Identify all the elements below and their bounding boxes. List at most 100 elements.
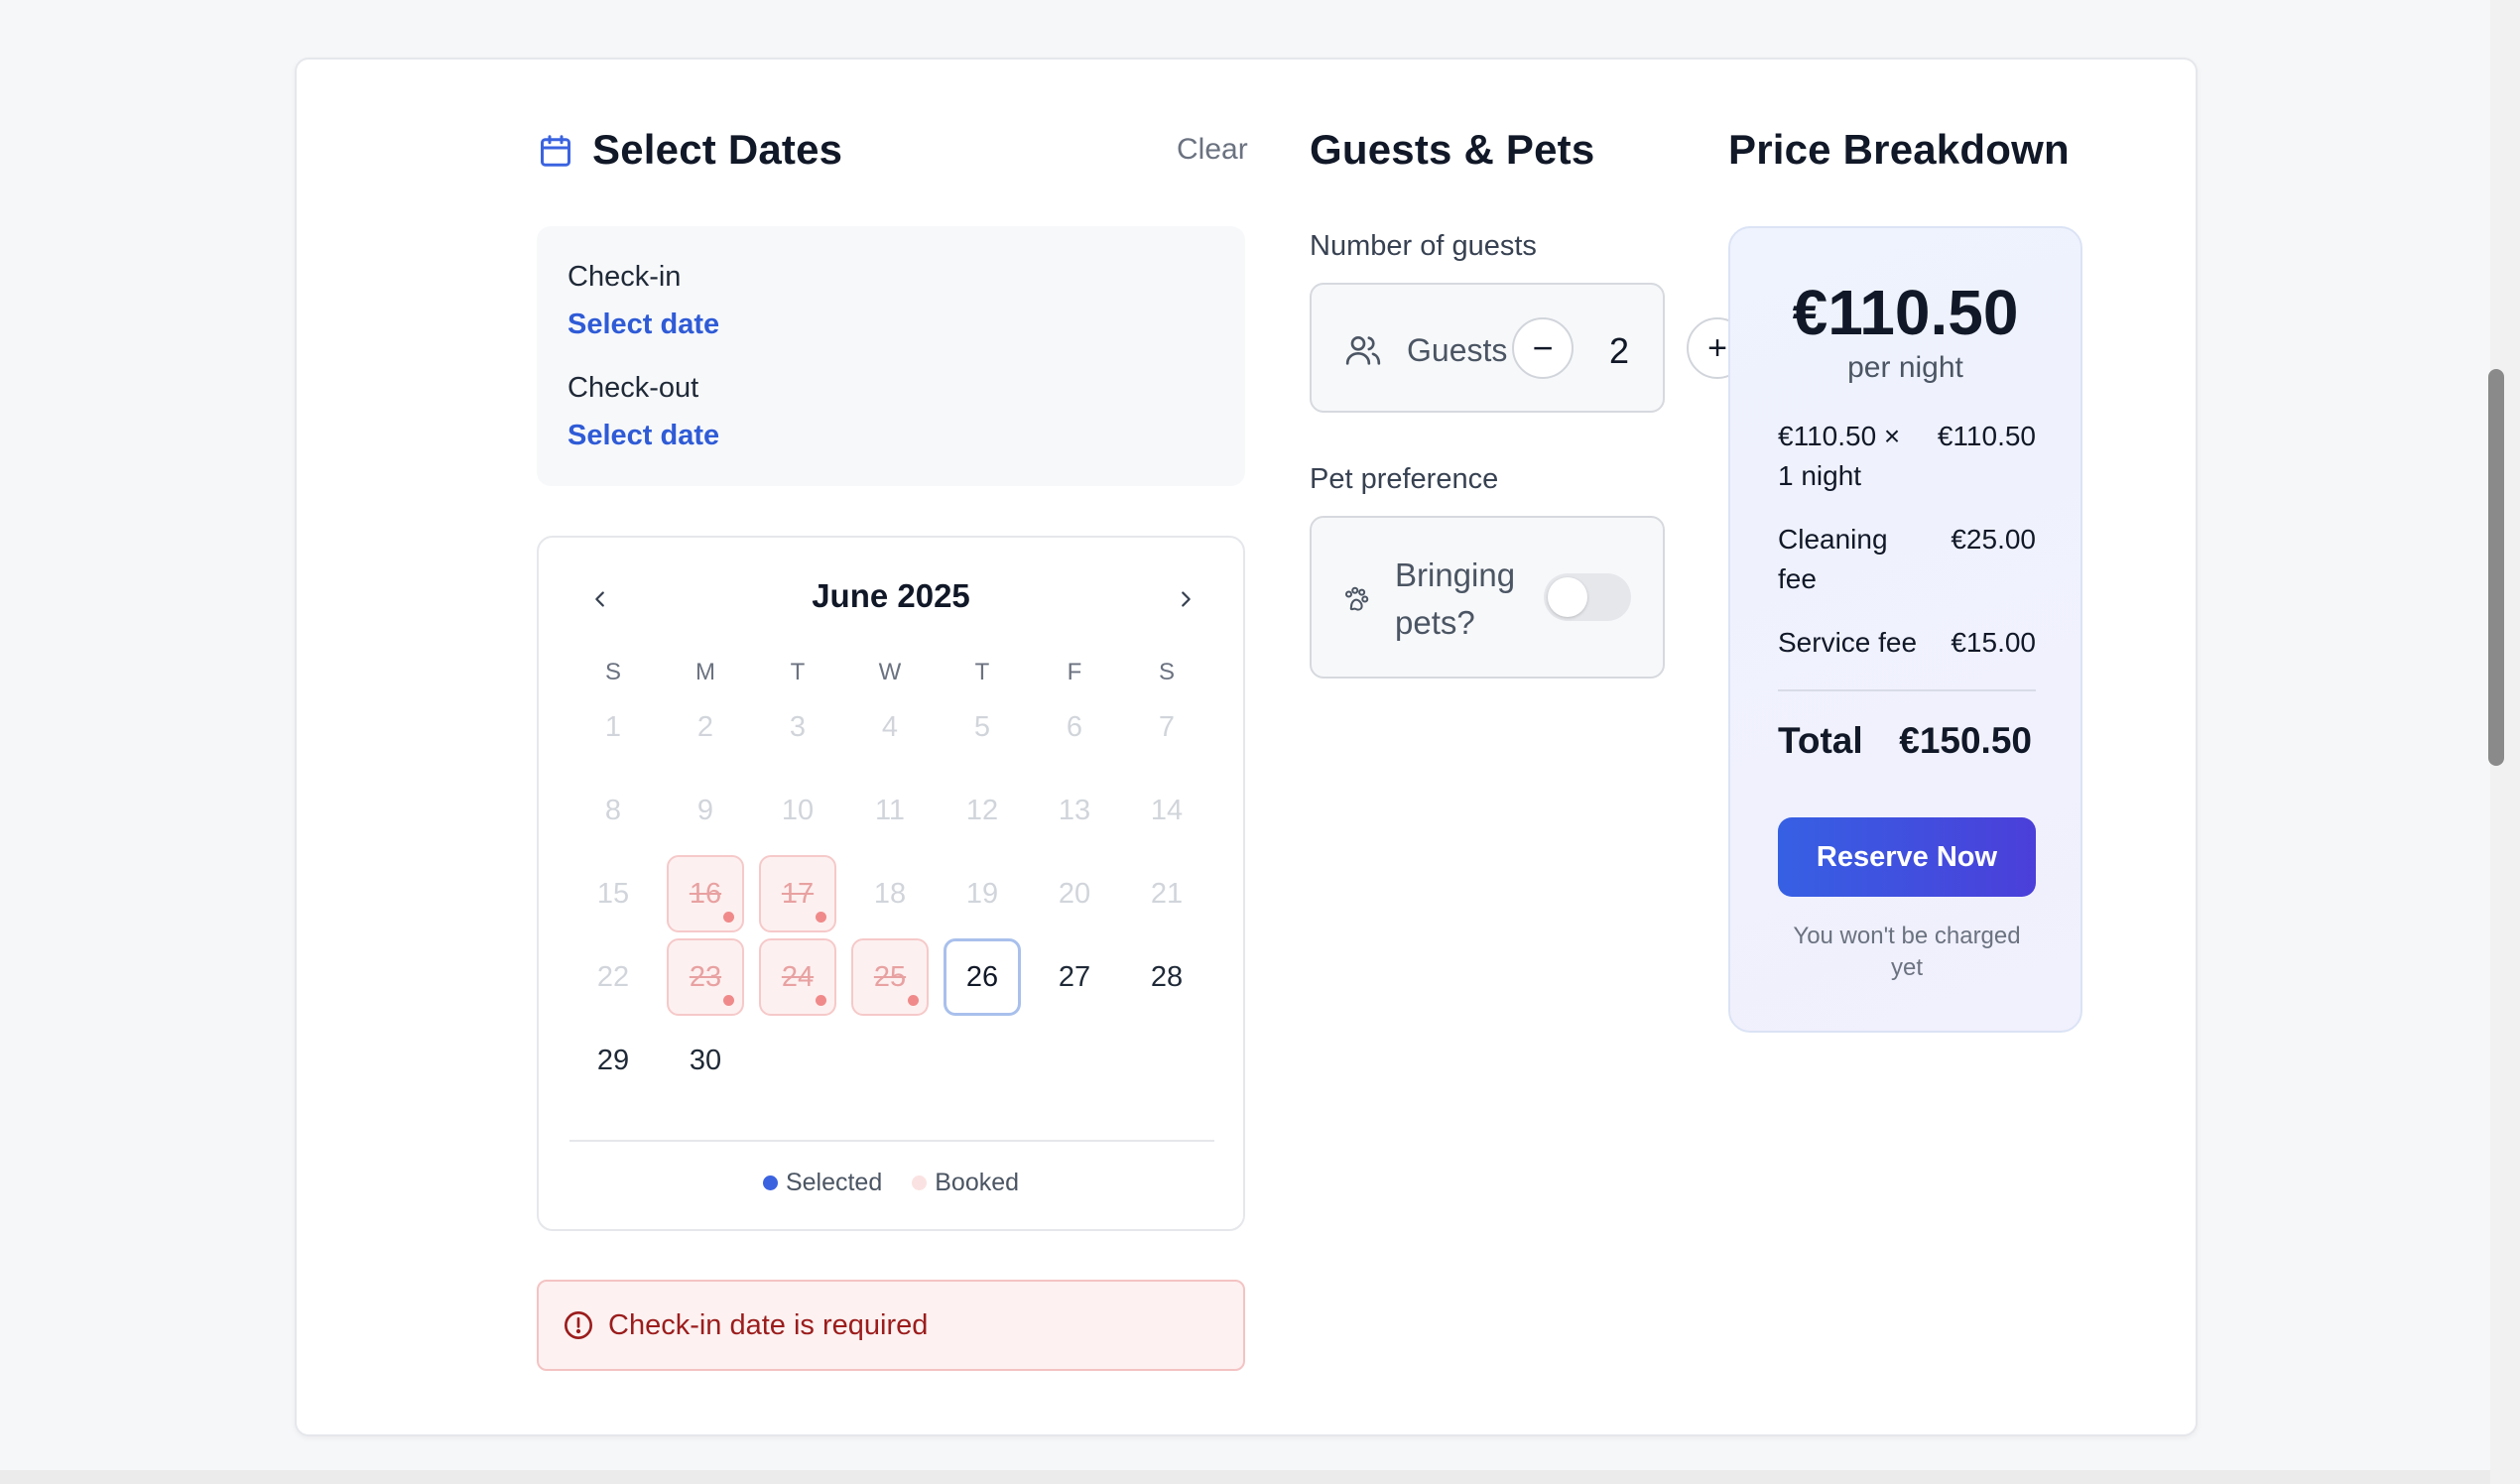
calendar-icon xyxy=(541,135,570,167)
bringing-pets-label: Bringing pets? xyxy=(1395,556,1516,641)
pet-preference-label: Pet preference xyxy=(1310,463,1499,495)
bottom-edge xyxy=(0,1470,2490,1484)
day-number: 7 xyxy=(1158,710,1176,743)
booked-indicator xyxy=(908,995,919,1006)
checkout-value[interactable]: Select date xyxy=(567,420,719,452)
legend-booked: Booked xyxy=(912,1169,1019,1197)
booked-indicator xyxy=(723,995,734,1006)
price-row-value: €25.00 xyxy=(1951,524,2036,555)
prev-month-button[interactable] xyxy=(580,579,620,619)
selected-dot xyxy=(762,1175,778,1190)
calendar-divider xyxy=(569,1140,1214,1142)
legend-selected: Selected xyxy=(762,1169,883,1197)
alert-circle-icon xyxy=(565,1311,592,1339)
guests-label: Guests xyxy=(1407,332,1508,368)
checkin-label: Check-in xyxy=(567,261,682,293)
total-label: Total xyxy=(1778,720,1863,761)
day-number: 15 xyxy=(596,877,630,910)
day-number: 9 xyxy=(696,794,714,826)
calendar-day-6: 6 xyxy=(1036,688,1113,766)
day-number: 12 xyxy=(965,794,999,826)
paw-icon xyxy=(1345,586,1369,611)
toggle-knob xyxy=(1548,577,1587,617)
day-number: 13 xyxy=(1058,794,1091,826)
calendar-month-label: June 2025 xyxy=(812,577,970,614)
calendar-day-27[interactable]: 27 xyxy=(1036,938,1113,1016)
price-divider xyxy=(1778,689,2036,691)
day-number: 6 xyxy=(1066,710,1083,743)
legend-selected-label: Selected xyxy=(785,1169,883,1196)
error-alert: Check-in date is required xyxy=(537,1280,1245,1371)
price-breakdown-title: Price Breakdown xyxy=(1728,126,2070,173)
weekday-header: F xyxy=(1067,659,1082,685)
day-number: 27 xyxy=(1058,960,1091,993)
pets-toggle[interactable] xyxy=(1544,573,1631,621)
page: Select Dates Clear Check-in Select date … xyxy=(0,0,2490,1484)
calendar-day-24: 24 xyxy=(759,938,836,1016)
day-number: 3 xyxy=(789,710,807,743)
calendar-day-18: 18 xyxy=(851,855,929,932)
calendar-day-26[interactable]: 26 xyxy=(944,938,1021,1016)
day-number: 2 xyxy=(696,710,714,743)
day-number: 28 xyxy=(1150,960,1184,993)
decrease-guests-button[interactable]: − xyxy=(1512,317,1574,379)
weekday-header: S xyxy=(604,659,621,685)
chevron-right-icon xyxy=(1182,591,1191,607)
calendar-day-23: 23 xyxy=(667,938,744,1016)
calendar-day-14: 14 xyxy=(1128,772,1205,849)
booked-indicator xyxy=(816,995,826,1006)
clear-button[interactable]: Clear xyxy=(1177,133,1248,167)
price-row-label: Cleaning fee xyxy=(1778,524,1888,594)
checkout-label: Check-out xyxy=(567,372,699,404)
day-number: 10 xyxy=(781,794,815,826)
day-number: 18 xyxy=(873,877,907,910)
calendar-day-10: 10 xyxy=(759,772,836,849)
guests-pets-title: Guests & Pets xyxy=(1310,126,1595,173)
day-number: 23 xyxy=(689,960,722,993)
weekday-header: T xyxy=(790,659,806,685)
legend-booked-label: Booked xyxy=(935,1169,1020,1196)
price-row-label: Service fee xyxy=(1778,627,1918,658)
calendar: June 2025 SMTWTFS 1 2 3 4 5 6 7 8 9 10 11 12 13 14 15 1… xyxy=(537,536,1245,1231)
select-dates-title: Select Dates xyxy=(592,126,843,173)
calendar-day-30[interactable]: 30 xyxy=(667,1022,744,1099)
reserve-now-button[interactable]: Reserve Now xyxy=(1778,817,2036,897)
day-number: 30 xyxy=(689,1044,722,1076)
calendar-day-29[interactable]: 29 xyxy=(574,1022,652,1099)
day-number: 8 xyxy=(604,794,622,826)
guests-field: Guests − 2 + xyxy=(1310,283,1748,413)
calendar-day-20: 20 xyxy=(1036,855,1113,932)
day-number: 21 xyxy=(1150,877,1184,910)
day-number: 11 xyxy=(874,794,906,826)
next-month-button[interactable] xyxy=(1166,579,1205,619)
calendar-day-13: 13 xyxy=(1036,772,1113,849)
price-row-value: €110.50 xyxy=(1937,421,2036,451)
day-number: 22 xyxy=(596,960,630,993)
price-row-service: Service fee €15.00 xyxy=(1778,623,2036,663)
calendar-day-8: 8 xyxy=(574,772,652,849)
price-card: €110.50 per night €110.50 × 1 night €110… xyxy=(1728,226,2082,1033)
charge-note: You won't be charged yet xyxy=(1793,923,2021,981)
day-number: 24 xyxy=(781,960,815,993)
day-number: 17 xyxy=(781,877,815,910)
calendar-day-9: 9 xyxy=(667,772,744,849)
scrollbar-thumb[interactable] xyxy=(2488,369,2504,766)
nightly-price: €110.50 xyxy=(1792,277,2019,348)
day-number: 14 xyxy=(1150,794,1184,826)
booked-indicator xyxy=(723,912,734,923)
calendar-day-28[interactable]: 28 xyxy=(1128,938,1205,1016)
booked-indicator xyxy=(816,912,826,923)
day-number: 5 xyxy=(973,710,991,743)
per-night-label: per night xyxy=(1847,351,1963,384)
users-icon xyxy=(1345,336,1381,365)
checkin-value[interactable]: Select date xyxy=(567,309,719,341)
price-row-label: €110.50 × 1 night xyxy=(1778,421,1901,491)
day-number: 16 xyxy=(689,877,722,910)
calendar-day-17: 17 xyxy=(759,855,836,932)
calendar-day-12: 12 xyxy=(944,772,1021,849)
calendar-day-25: 25 xyxy=(851,938,929,1016)
price-row-cleaning: Cleaning fee €25.00 xyxy=(1778,520,2036,601)
day-number: 26 xyxy=(965,960,999,993)
calendar-day-16: 16 xyxy=(667,855,744,932)
price-row-value: €15.00 xyxy=(1951,627,2036,658)
